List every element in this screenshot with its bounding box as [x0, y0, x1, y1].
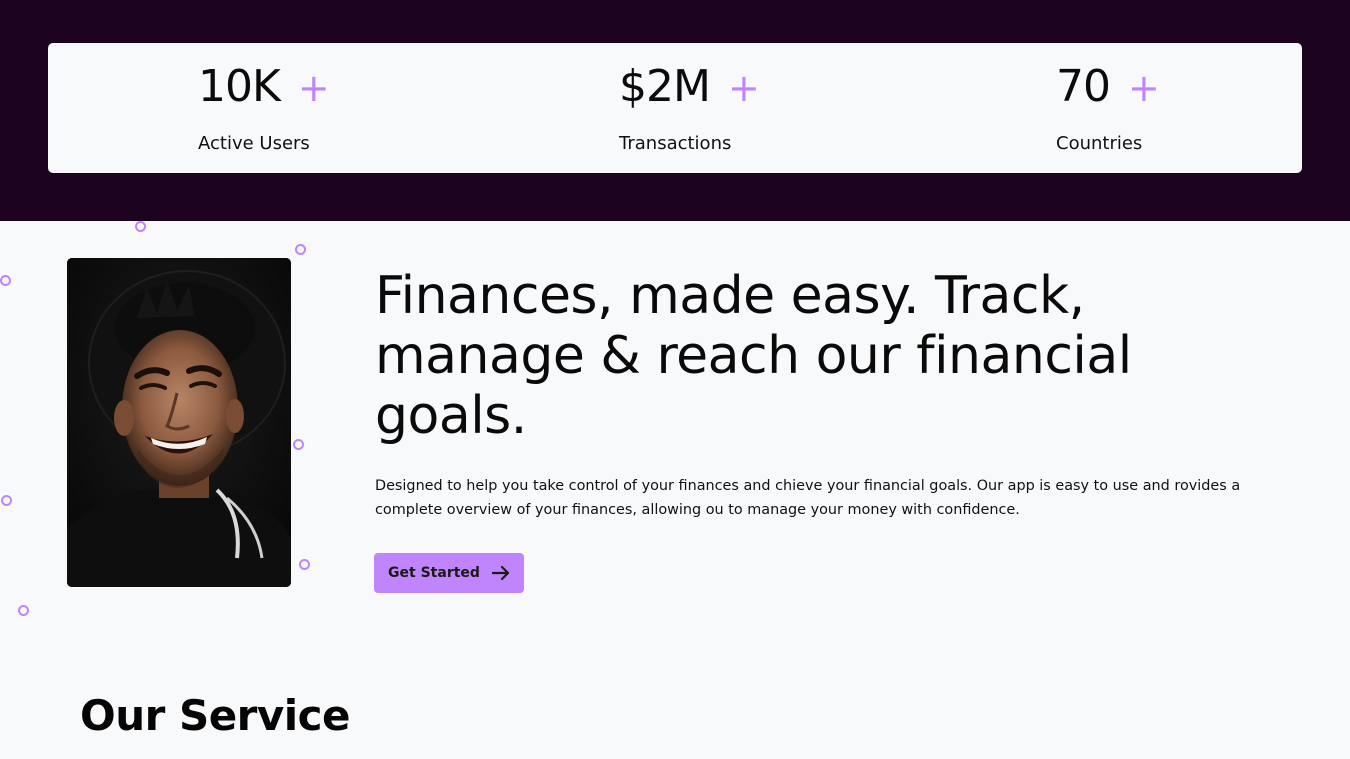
hero-section: Finances, made easy. Track, manage & rea… — [0, 221, 1350, 759]
get-started-label: Get Started — [388, 565, 480, 581]
get-started-button[interactable]: Get Started — [374, 553, 524, 593]
hero-description: Designed to help you take control of you… — [375, 478, 1241, 518]
stat-value: 70 — [1056, 61, 1111, 112]
decorative-dot — [135, 221, 146, 232]
stats-band: 10K + Active Users $2M + Transactions 70… — [0, 0, 1350, 221]
services-title: Our Service — [80, 691, 351, 740]
decorative-dot — [0, 275, 11, 286]
decorative-dot — [18, 605, 29, 616]
arrow-right-icon — [491, 565, 510, 581]
plus-icon: + — [1128, 66, 1160, 110]
decorative-dot — [1, 495, 12, 506]
stat-label: Countries — [1056, 133, 1143, 154]
plus-icon: + — [297, 66, 330, 110]
plus-icon: + — [727, 66, 760, 110]
decorative-dot — [295, 244, 306, 255]
portrait-illustration — [67, 258, 291, 587]
stat-value: $2M — [619, 61, 711, 112]
hero-headline: Finances, made easy. Track, manage & rea… — [375, 266, 1132, 446]
hero-portrait-image — [67, 258, 291, 587]
decorative-dot — [293, 439, 304, 450]
stats-card: 10K + Active Users $2M + Transactions 70… — [48, 43, 1302, 173]
stat-value: 10K — [198, 61, 281, 112]
decorative-dot — [299, 559, 310, 570]
stat-label: Active Users — [198, 133, 310, 154]
stat-label: Transactions — [619, 133, 732, 154]
